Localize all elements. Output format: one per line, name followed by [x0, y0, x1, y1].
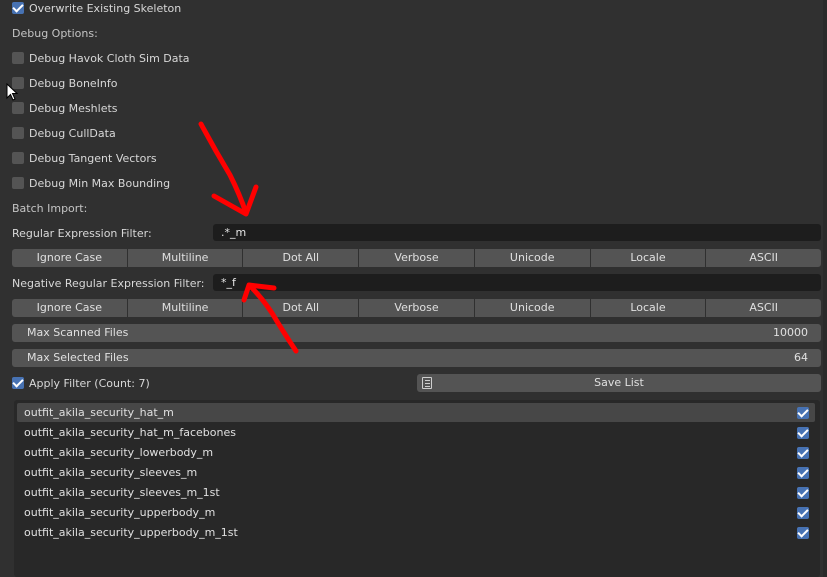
file-list[interactable]: outfit_akila_security_hat_m outfit_akila… [14, 400, 820, 577]
debug-tangent-vectors-option[interactable]: Debug Tangent Vectors [12, 150, 157, 166]
list-item-checkbox[interactable] [797, 426, 809, 439]
debug-havok-cloth-option[interactable]: Debug Havok Cloth Sim Data [12, 50, 190, 66]
list-item[interactable]: outfit_akila_security_upperbody_m [17, 503, 815, 522]
debug-tangent-vectors-checkbox[interactable] [12, 152, 24, 164]
batch-import-heading: Batch Import: [12, 201, 88, 215]
debug-culldata-label: Debug CullData [29, 126, 116, 140]
apply-filter-option[interactable]: Apply Filter (Count: 7) [12, 375, 150, 391]
regex-filter-label: Regular Expression Filter: [12, 226, 152, 240]
negative-filter-label: Negative Regular Expression Filter: [12, 276, 205, 290]
negative-flags-row: Ignore Case Multiline Dot All Verbose Un… [12, 299, 822, 317]
debug-meshlets-checkbox[interactable] [12, 102, 24, 114]
overwrite-skeleton-checkbox[interactable] [12, 2, 24, 14]
debug-tangent-vectors-label: Debug Tangent Vectors [29, 151, 157, 165]
negative-flag-verbose[interactable]: Verbose [359, 299, 474, 317]
list-item-checkbox[interactable] [797, 526, 809, 539]
debug-min-max-bounding-label: Debug Min Max Bounding [29, 176, 171, 190]
debug-min-max-bounding-option[interactable]: Debug Min Max Bounding [12, 175, 170, 191]
panel-scrollbar[interactable] [823, 0, 827, 577]
apply-filter-label: Apply Filter (Count: 7) [29, 376, 150, 390]
list-item-checkbox[interactable] [797, 466, 809, 479]
regex-flags-row: Ignore Case Multiline Dot All Verbose Un… [12, 249, 822, 267]
save-list-label: Save List [594, 376, 644, 389]
regex-filter-input[interactable]: .*_m [213, 224, 821, 241]
list-item-checkbox[interactable] [797, 446, 809, 459]
debug-meshlets-label: Debug Meshlets [29, 101, 118, 115]
regex-flag-multiline[interactable]: Multiline [127, 249, 243, 267]
annotation-arrowhead-down-icon [211, 184, 259, 217]
list-item[interactable]: outfit_akila_security_sleeves_m [17, 463, 815, 482]
overwrite-skeleton-option[interactable]: Overwrite Existing Skeleton [12, 0, 181, 16]
list-item-name: outfit_akila_security_upperbody_m_1st [24, 526, 238, 539]
list-item-name: outfit_akila_security_sleeves_m [24, 466, 198, 479]
regex-flag-verbose[interactable]: Verbose [359, 249, 474, 267]
regex-flag-ascii[interactable]: ASCII [706, 249, 822, 267]
debug-culldata-option[interactable]: Debug CullData [12, 125, 116, 141]
save-list-button[interactable]: Save List [417, 374, 821, 392]
mouse-cursor-icon [6, 83, 19, 101]
regex-flag-unicode[interactable]: Unicode [474, 249, 590, 267]
list-item-name: outfit_akila_security_upperbody_m [24, 506, 216, 519]
list-icon [422, 377, 432, 389]
list-item-checkbox[interactable] [797, 406, 809, 419]
list-item-checkbox[interactable] [797, 486, 809, 499]
max-scanned-files-field[interactable]: Max Scanned Files 10000 [12, 324, 821, 342]
max-scanned-files-label: Max Scanned Files [27, 326, 129, 339]
debug-culldata-checkbox[interactable] [12, 127, 24, 139]
negative-flag-locale[interactable]: Locale [590, 299, 706, 317]
regex-flag-ignore-case[interactable]: Ignore Case [12, 249, 127, 267]
negative-flag-dot-all[interactable]: Dot All [243, 299, 359, 317]
list-item[interactable]: outfit_akila_security_upperbody_m_1st [17, 523, 815, 542]
debug-min-max-bounding-checkbox[interactable] [12, 177, 24, 189]
apply-filter-checkbox[interactable] [12, 377, 24, 389]
list-item-name: outfit_akila_security_sleeves_m_1st [24, 486, 220, 499]
negative-flag-unicode[interactable]: Unicode [474, 299, 590, 317]
debug-boneinfo-label: Debug BoneInfo [29, 76, 118, 90]
list-item[interactable]: outfit_akila_security_hat_m_facebones [17, 423, 815, 442]
max-selected-files-label: Max Selected Files [27, 351, 129, 364]
max-selected-files-field[interactable]: Max Selected Files 64 [12, 349, 821, 367]
regex-flag-locale[interactable]: Locale [590, 249, 706, 267]
list-item-name: outfit_akila_security_lowerbody_m [24, 446, 214, 459]
negative-flag-ascii[interactable]: ASCII [706, 299, 822, 317]
negative-flag-multiline[interactable]: Multiline [127, 299, 243, 317]
list-item-name: outfit_akila_security_hat_m [24, 406, 174, 419]
debug-meshlets-option[interactable]: Debug Meshlets [12, 100, 118, 116]
list-item[interactable]: outfit_akila_security_sleeves_m_1st [17, 483, 815, 502]
debug-havok-cloth-label: Debug Havok Cloth Sim Data [29, 51, 190, 65]
list-item[interactable]: outfit_akila_security_hat_m [17, 403, 815, 422]
negative-flag-ignore-case[interactable]: Ignore Case [12, 299, 127, 317]
import-options-panel: Overwrite Existing Skeleton Debug Option… [0, 0, 823, 577]
debug-boneinfo-option[interactable]: Debug BoneInfo [12, 75, 118, 91]
max-scanned-files-value: 10000 [773, 326, 808, 339]
list-item-name: outfit_akila_security_hat_m_facebones [24, 426, 236, 439]
negative-filter-input[interactable]: *_f [213, 274, 821, 291]
list-item-checkbox[interactable] [797, 506, 809, 519]
overwrite-skeleton-label: Overwrite Existing Skeleton [29, 1, 182, 15]
regex-flag-dot-all[interactable]: Dot All [243, 249, 359, 267]
debug-havok-cloth-checkbox[interactable] [12, 52, 24, 64]
list-item[interactable]: outfit_akila_security_lowerbody_m [17, 443, 815, 462]
max-selected-files-value: 64 [794, 351, 808, 364]
annotation-arrow-down-icon [198, 121, 249, 216]
debug-options-heading: Debug Options: [12, 26, 98, 40]
